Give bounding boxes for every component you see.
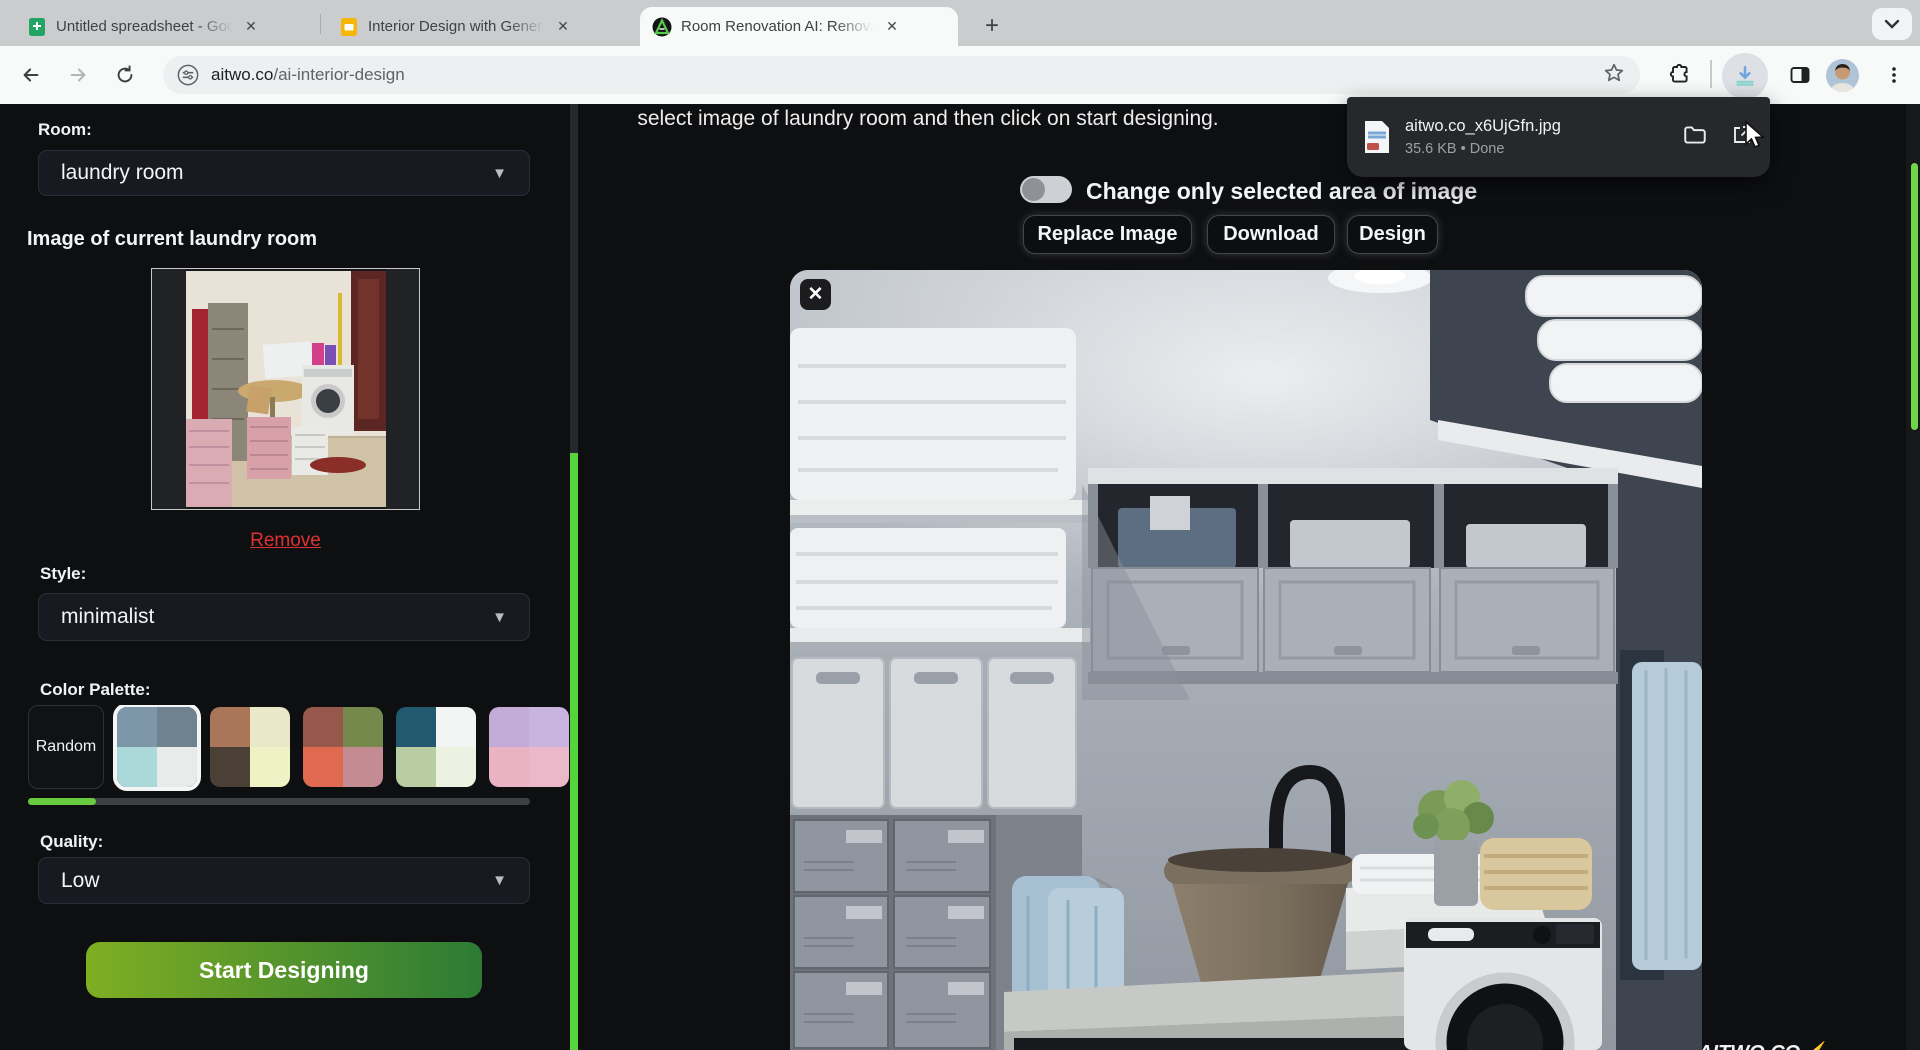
tab-title: Room Renovation AI: Renovat (681, 18, 877, 35)
design-button[interactable]: Design (1347, 215, 1438, 254)
room-select[interactable]: laundry room ▼ (38, 150, 530, 196)
bolt-icon: ⚡ (1806, 1042, 1831, 1050)
download-button[interactable]: Download (1207, 215, 1335, 254)
palette-swatch-5[interactable] (489, 707, 569, 787)
toolbar-divider (1710, 60, 1712, 88)
palette-color (117, 707, 157, 747)
palette-swatch-1[interactable] (117, 707, 197, 787)
palette-scrollbar-thumb[interactable] (28, 798, 96, 805)
current-room-photo (152, 269, 419, 509)
room-label: Room: (38, 120, 92, 140)
palette-color (303, 747, 343, 787)
address-bar[interactable]: aitwo.co/ai-interior-design (163, 56, 1640, 94)
palette-color (529, 707, 569, 747)
palette-row: Random (28, 705, 570, 793)
palette-color (489, 747, 529, 787)
reload-icon[interactable] (108, 58, 142, 92)
current-room-thumbnail (151, 268, 420, 510)
chevron-down-icon: ▼ (492, 872, 507, 889)
palette-color (157, 707, 197, 747)
tab-room-renovation-active[interactable]: Room Renovation AI: Renovat ✕ (640, 7, 958, 46)
mouse-cursor (1742, 120, 1768, 155)
google-slides-icon (339, 17, 359, 37)
tab-close-icon[interactable]: ✕ (240, 16, 262, 38)
kebab-menu-icon[interactable] (1876, 57, 1912, 93)
downloads-button[interactable] (1722, 53, 1768, 99)
quality-select[interactable]: Low ▼ (38, 857, 530, 904)
remove-image-link[interactable]: Remove (151, 530, 420, 552)
tab-close-icon[interactable]: ✕ (881, 16, 903, 38)
palette-color (210, 747, 250, 787)
side-panel-icon[interactable] (1782, 57, 1818, 93)
style-select[interactable]: minimalist ▼ (38, 593, 530, 641)
palette-swatch-3[interactable] (303, 707, 383, 787)
palette-swatch-2[interactable] (210, 707, 290, 787)
download-progress-icon (1732, 63, 1758, 89)
palette-color (436, 707, 476, 747)
close-image-button[interactable]: ✕ (800, 279, 831, 310)
toggle-knob (1022, 178, 1045, 201)
tab-title: Untitled spreadsheet - Googl (56, 18, 236, 35)
bookmark-star-icon[interactable] (1602, 61, 1626, 90)
color-palette-label: Color Palette: (40, 680, 151, 700)
palette-color (117, 747, 157, 787)
tab-spreadsheet[interactable]: Untitled spreadsheet - Googl ✕ (15, 7, 315, 46)
palette-color (210, 707, 250, 747)
palette-color (529, 747, 569, 787)
selected-area-toggle[interactable] (1020, 176, 1072, 203)
palette-color (303, 707, 343, 747)
extensions-puzzle-icon[interactable] (1662, 57, 1698, 93)
palette-color (396, 747, 436, 787)
tab-divider (320, 14, 321, 34)
download-info: aitwo.co_x6UjGfn.jpg 35.6 KB • Done (1405, 117, 1561, 157)
window-chevron-down-icon[interactable] (1872, 8, 1912, 40)
palette-scrollbar-track[interactable] (28, 798, 530, 805)
palette-random-button[interactable]: Random (28, 705, 104, 789)
aitwo-logo-icon (652, 17, 672, 37)
palette-color (436, 747, 476, 787)
page-scrollbar-thumb[interactable] (1911, 163, 1918, 430)
palette-color (489, 707, 529, 747)
url-text: aitwo.co/ai-interior-design (211, 65, 405, 85)
palette-color (250, 747, 290, 787)
palette-color (343, 747, 383, 787)
renovated-room-scene (790, 270, 1702, 1050)
instruction-text: select image of laundry room and then cl… (578, 107, 1278, 131)
toggle-label: Change only selected area of image (1086, 178, 1477, 205)
style-select-value: minimalist (61, 605, 154, 629)
forward-icon[interactable] (61, 58, 95, 92)
chevron-down-icon: ▼ (492, 165, 507, 182)
download-filename: aitwo.co_x6UjGfn.jpg (1405, 117, 1561, 136)
image-of-room-label: Image of current laundry room (27, 228, 317, 251)
quality-select-value: Low (61, 869, 100, 893)
chevron-down-icon: ▼ (492, 609, 507, 626)
back-icon[interactable] (14, 58, 48, 92)
room-select-value: laundry room (61, 161, 184, 185)
sidebar-scrollbar-thumb[interactable] (570, 453, 578, 1050)
style-label: Style: (40, 564, 86, 584)
start-designing-button[interactable]: Start Designing (86, 942, 482, 998)
tab-close-icon[interactable]: ✕ (552, 16, 574, 38)
sidebar-scrollbar-track[interactable] (570, 104, 578, 453)
jpg-file-icon (1363, 119, 1391, 155)
palette-color (157, 747, 197, 787)
download-meta: 35.6 KB • Done (1405, 141, 1561, 157)
palette-color (396, 707, 436, 747)
profile-avatar[interactable] (1826, 59, 1859, 92)
download-popup[interactable]: aitwo.co_x6UjGfn.jpg 35.6 KB • Done (1347, 97, 1770, 177)
aitwo-watermark: AITWO.CO ⚡ (1698, 1040, 1831, 1050)
palette-color (343, 707, 383, 747)
quality-label: Quality: (40, 832, 103, 852)
palette-swatch-4[interactable] (396, 707, 476, 787)
palette-color (250, 707, 290, 747)
tab-slides[interactable]: Interior Design with Generativ ✕ (327, 7, 627, 46)
show-in-folder-icon[interactable] (1682, 122, 1708, 153)
tab-title: Interior Design with Generativ (368, 18, 548, 35)
google-sheets-icon (27, 17, 47, 37)
renovated-room-image (790, 270, 1702, 1050)
new-tab-button[interactable]: + (976, 10, 1008, 42)
site-settings-icon[interactable] (177, 64, 199, 86)
replace-image-button[interactable]: Replace Image (1023, 215, 1192, 254)
